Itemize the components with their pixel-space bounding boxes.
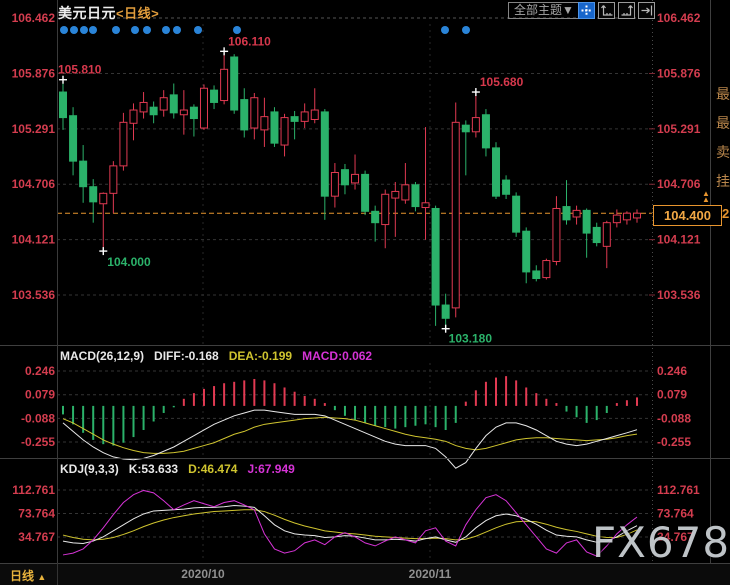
kdj-d-value: D:46.474 (188, 462, 237, 476)
move-crosshair-icon[interactable] (578, 2, 595, 19)
x-axis-label-oct: 2020/10 (181, 567, 224, 581)
right-axis-scale-icon[interactable] (618, 2, 635, 19)
svg-text:0.246: 0.246 (657, 364, 687, 378)
svg-text:-0.088: -0.088 (657, 411, 691, 425)
kdj-j-value: J:67.949 (247, 462, 294, 476)
bottom-bar-divider (57, 563, 58, 585)
kdj-header: KDJ(9,3,3) K:53.633 D:46.474 J:67.949 (60, 462, 305, 476)
watermark: FX678 (592, 518, 730, 567)
svg-text:104.706: 104.706 (12, 177, 56, 191)
shift-right-icon[interactable] (638, 2, 655, 19)
svg-text:-0.255: -0.255 (657, 435, 691, 449)
clipped-panel-label: 挂 (716, 171, 730, 191)
svg-text:34.767: 34.767 (18, 530, 55, 544)
svg-text:105.810: 105.810 (58, 63, 102, 77)
macd-diff-value: DIFF:-0.168 (154, 349, 219, 363)
symbol-name: 美元日元 (58, 5, 116, 21)
svg-text:104.121: 104.121 (657, 233, 701, 247)
macd-params: MACD(26,12,9) (60, 349, 144, 363)
price-chart-canvas[interactable]: 105.810 104.000 106.110 103.180 105.680 106.4… (0, 0, 730, 585)
svg-text:105.680: 105.680 (480, 75, 524, 89)
clipped-panel-label: 卖 (716, 142, 730, 162)
svg-text:106.110: 106.110 (228, 34, 271, 48)
svg-text:104.121: 104.121 (12, 233, 56, 247)
clipped-panel-label: 最 (716, 84, 730, 104)
macd-header: MACD(26,12,9) DIFF:-0.168 DEA:-0.199 MACD:0… (60, 349, 382, 363)
kdj-k-value: K:53.633 (129, 462, 178, 476)
svg-text:105.876: 105.876 (657, 66, 701, 80)
svg-text:0.079: 0.079 (657, 388, 687, 402)
svg-text:-0.088: -0.088 (21, 411, 55, 425)
svg-text:112.761: 112.761 (657, 483, 700, 497)
clipped-quote-digit: 2 (722, 206, 729, 221)
svg-text:105.291: 105.291 (657, 122, 701, 136)
macd-macd-value: MACD:0.062 (302, 349, 372, 363)
svg-text:104.000: 104.000 (107, 255, 151, 269)
period-arrow-icon: ▲ (37, 572, 46, 582)
svg-text:0.246: 0.246 (25, 364, 55, 378)
svg-text:106.462: 106.462 (657, 11, 701, 25)
svg-text:105.291: 105.291 (12, 122, 56, 136)
svg-text:104.706: 104.706 (657, 177, 701, 191)
price-up-arrows-icon: ▲▲ (702, 191, 710, 203)
svg-text:103.536: 103.536 (657, 288, 701, 302)
svg-text:103.536: 103.536 (12, 288, 56, 302)
svg-text:112.761: 112.761 (12, 483, 55, 497)
svg-text:-0.255: -0.255 (21, 435, 55, 449)
period-selector[interactable]: 日线 ▲ (10, 567, 46, 584)
left-axis-scale-icon[interactable] (598, 2, 615, 19)
svg-text:106.462: 106.462 (12, 11, 56, 25)
svg-text:73.764: 73.764 (18, 506, 55, 520)
period-text: 日线 (10, 569, 34, 583)
symbol-title: 美元日元<日线> (58, 3, 159, 23)
trading-terminal-window: 105.810 104.000 106.110 103.180 105.680 106.4… (0, 0, 730, 585)
period-suffix: <日线> (116, 6, 159, 21)
svg-text:103.180: 103.180 (449, 332, 493, 346)
macd-dea-value: DEA:-0.199 (229, 349, 292, 363)
clipped-panel-label: 最 (716, 113, 730, 133)
kdj-params: KDJ(9,3,3) (60, 462, 119, 476)
svg-text:105.876: 105.876 (12, 66, 56, 80)
current-price-box: 104.400 (653, 205, 722, 226)
theme-dropdown-button[interactable]: 全部主题▼ (508, 2, 580, 19)
x-axis-label-nov: 2020/11 (409, 567, 452, 581)
svg-text:0.079: 0.079 (25, 388, 55, 402)
